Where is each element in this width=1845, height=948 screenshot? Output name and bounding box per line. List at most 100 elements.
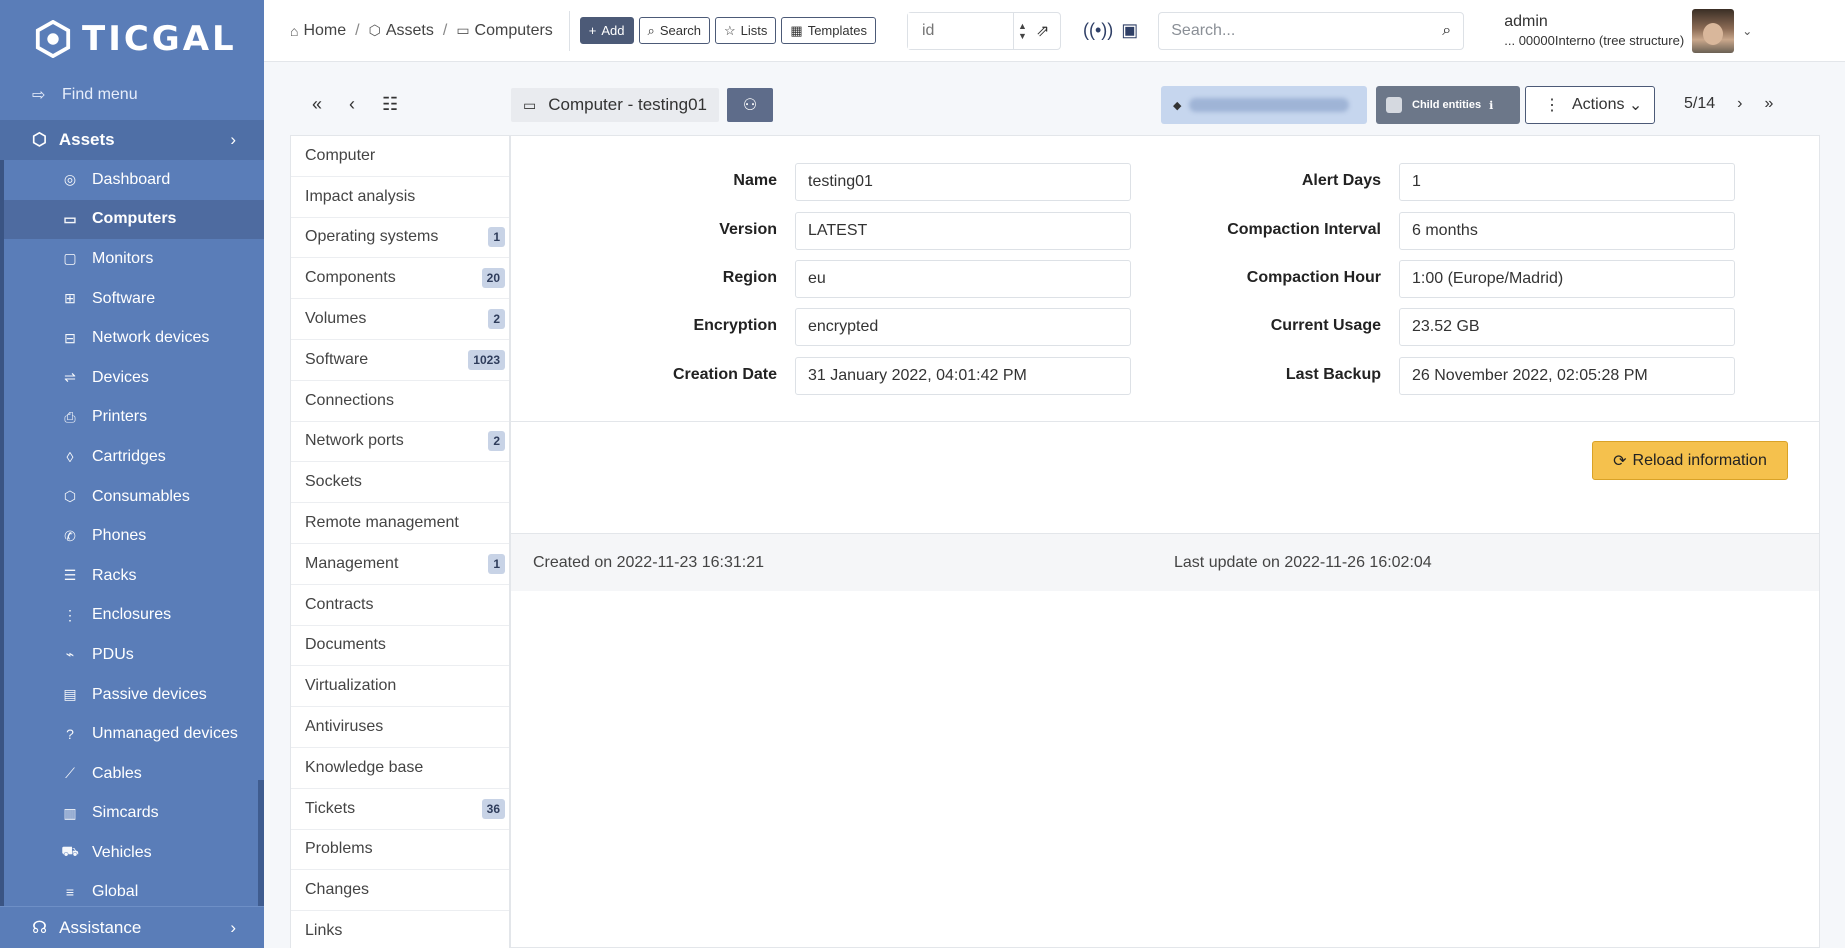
tab-connections[interactable]: Connections [291, 381, 509, 422]
previous-icon[interactable]: ‹ [349, 94, 355, 115]
sidebar-item-vehicles[interactable]: ⛟ Vehicles [4, 833, 264, 873]
first-page-icon[interactable]: « [312, 94, 322, 115]
user-name: admin [1504, 12, 1548, 30]
sidebar-item-label: Network devices [92, 329, 210, 347]
find-menu-label: Find menu [62, 86, 138, 103]
tab-virtualization[interactable]: Virtualization [291, 666, 509, 708]
count-badge: 2 [488, 309, 505, 330]
printer-icon: ⎙ [64, 408, 76, 425]
tab-management[interactable]: Management 1 [291, 544, 509, 585]
home-icon: ⌂ [290, 22, 299, 39]
sidebar-item-pdus[interactable]: ⌁ PDUs [4, 635, 264, 675]
notes-icon[interactable]: ▣ [1121, 20, 1138, 41]
tab-sockets[interactable]: Sockets [291, 462, 509, 504]
laptop-icon: ▭ [523, 96, 537, 113]
sidebar-item-enclosures[interactable]: ⋮ Enclosures [4, 596, 264, 636]
sidebar-item-unmanaged-devices[interactable]: ? Unmanaged devices [4, 714, 264, 754]
templates-button[interactable]: ▦ Templates [781, 17, 876, 44]
current-usage-field: 23.52 GB [1399, 308, 1735, 346]
lists-button[interactable]: ☆ Lists [715, 17, 777, 44]
laptop-icon: ▭ [456, 22, 470, 38]
broadcast-icon[interactable]: ((•)) [1083, 20, 1113, 41]
sidebar-item-software[interactable]: ⊞ Software [4, 279, 264, 319]
actions-button[interactable]: ⋮ Actions ⌄ [1525, 86, 1655, 124]
tab-computer[interactable]: Computer [291, 136, 509, 177]
entity-badge[interactable]: ◆ [1161, 86, 1367, 124]
child-entities-toggle[interactable]: Child entities ℹ [1376, 86, 1520, 124]
sidebar-item-passive-devices[interactable]: ▤ Passive devices [4, 675, 264, 715]
sidebar-section-assistance[interactable]: ☊ Assistance › [0, 906, 264, 948]
more-vertical-icon: ⋮ [1544, 97, 1560, 114]
sidebar-item-phones[interactable]: ✆ Phones [4, 516, 264, 556]
sidebar-item-dashboard[interactable]: ◎ Dashboard [4, 160, 264, 200]
child-entities-checkbox[interactable] [1386, 97, 1402, 113]
sidebar-item-monitors[interactable]: ▢ Monitors [4, 239, 264, 279]
list-icon: ≡ [65, 884, 75, 901]
refresh-icon: ⟳ [1613, 452, 1627, 470]
sidebar-item-label: Computers [92, 210, 177, 228]
logo[interactable]: TICGAL [0, 0, 264, 78]
tab-label: Changes [305, 881, 370, 899]
user-menu[interactable]: admin ... 00000Interno (tree structure) [1504, 12, 1684, 50]
count-badge: 1023 [468, 349, 505, 370]
tab-software[interactable]: Software 1023 [291, 340, 509, 381]
tab-label: Network ports [305, 432, 404, 450]
reload-information-button[interactable]: ⟳ Reload information [1592, 441, 1788, 480]
breadcrumb-computers[interactable]: Computers [475, 22, 553, 40]
tab-contracts[interactable]: Contracts [291, 585, 509, 626]
list-view-icon[interactable]: ☷ [382, 94, 398, 115]
sidebar-item-computers[interactable]: ▭ Computers [4, 199, 264, 240]
sidebar-item-network-devices[interactable]: ⊟ Network devices [4, 318, 264, 358]
item-title: ▭ Computer - testing01 [511, 88, 719, 122]
field-label: Alert Days [1301, 172, 1381, 189]
next-icon[interactable]: › [1737, 95, 1742, 113]
tab-antiviruses[interactable]: Antiviruses [291, 707, 509, 748]
sidebar-item-cartridges[interactable]: ◊ Cartridges [4, 437, 264, 477]
external-link-icon[interactable]: ⇗ [1036, 21, 1049, 41]
tab-documents[interactable]: Documents [291, 626, 509, 667]
id-search: ▲▼ ⇗ [906, 11, 1061, 50]
cable-icon: ⟋ [65, 765, 75, 782]
tab-label: Sockets [305, 473, 362, 491]
global-search-input[interactable] [1171, 21, 1412, 40]
tab-knowledge-base[interactable]: Knowledge base [291, 748, 509, 789]
robot-icon[interactable]: ⚇ [727, 88, 773, 122]
breadcrumb-home[interactable]: Home [303, 22, 346, 40]
sidebar-item-consumables[interactable]: ⬡ Consumables [4, 477, 264, 517]
child-entities-label: Child entities [1412, 99, 1482, 111]
tab-components[interactable]: Components 20 [291, 258, 509, 300]
search-icon[interactable]: ⌕ [1442, 22, 1451, 40]
tab-label: Components [305, 269, 396, 287]
tab-links[interactable]: Links [291, 911, 509, 948]
sidebar-item-cables[interactable]: ⟋ Cables [4, 754, 264, 794]
find-menu[interactable]: ⇨ Find menu [0, 78, 264, 112]
tab-problems[interactable]: Problems [291, 830, 509, 871]
tab-network-ports[interactable]: Network ports 2 [291, 422, 509, 463]
tab-label: Operating systems [305, 228, 439, 246]
sidebar-nav: ◎ Dashboard ▭ Computers ▢ Monitors ⊞ Softwar… [0, 160, 264, 913]
tab-operating-systems[interactable]: Operating systems 1 [291, 218, 509, 259]
sidebar-item-racks[interactable]: ☰ Racks [4, 556, 264, 596]
field-label: Last Backup [1285, 366, 1381, 383]
tab-changes[interactable]: Changes [291, 870, 509, 912]
avatar[interactable] [1692, 8, 1735, 53]
breadcrumb-assets[interactable]: Assets [386, 22, 434, 40]
stepper-icon[interactable]: ▲ ▼ [1018, 21, 1030, 41]
tab-volumes[interactable]: Volumes 2 [291, 299, 509, 340]
chevron-right-icon: › [230, 917, 236, 937]
search-button[interactable]: ⌕ Search [638, 17, 711, 44]
id-input[interactable] [907, 12, 1014, 49]
sidebar-section-assets[interactable]: ⬡ Assets › [0, 120, 264, 160]
tab-tickets[interactable]: Tickets 36 [291, 789, 509, 830]
tab-remote-management[interactable]: Remote management [291, 503, 509, 544]
sidebar-item-simcards[interactable]: ▥ Simcards [4, 794, 264, 834]
sidebar-item-printers[interactable]: ⎙ Printers [4, 398, 264, 438]
tab-label: Impact analysis [305, 187, 416, 205]
add-button[interactable]: + Add [579, 17, 634, 44]
sidebar-item-devices[interactable]: ⇌ Devices [4, 358, 264, 398]
user-entity: ... 00000Interno (tree structure) [1504, 32, 1685, 48]
monitor-icon: ▢ [63, 250, 77, 267]
last-page-icon[interactable]: » [1764, 95, 1773, 113]
chevron-down-icon[interactable]: ⌄ [1742, 24, 1752, 38]
tab-impact-analysis[interactable]: Impact analysis [291, 177, 509, 218]
